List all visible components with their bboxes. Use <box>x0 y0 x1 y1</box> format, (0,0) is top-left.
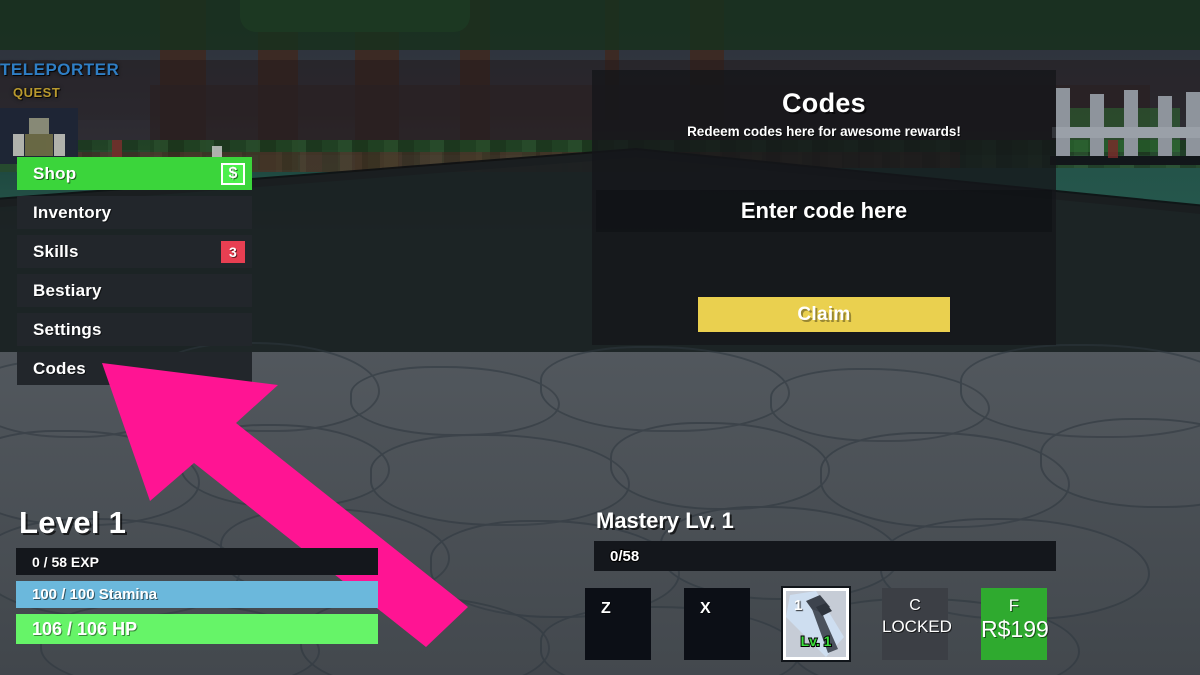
tree-canopy <box>240 0 470 32</box>
exp-bar: 0 / 58 EXP <box>16 548 378 575</box>
code-input[interactable] <box>596 190 1052 232</box>
menu-item-label: Inventory <box>33 202 112 222</box>
npc <box>112 140 122 158</box>
claim-button[interactable]: Claim <box>696 295 952 334</box>
world-label-quest: QUEST <box>13 85 61 100</box>
player-stats-hud: Level 1 0 / 58 EXP 100 / 100 Stamina 106… <box>16 505 380 650</box>
menu-item-label: Codes <box>33 358 86 378</box>
skills-count-badge: 3 <box>221 240 245 263</box>
hotbar-slot-key: Z <box>601 600 611 617</box>
menu-item-label: Settings <box>33 319 102 339</box>
menu-item-settings[interactable]: Settings <box>17 313 252 346</box>
stamina-bar-label: 100 / 100 Stamina <box>32 586 158 603</box>
hotbar: Z X 1 Lv. 1 C LOCKED F R$199 <box>585 586 1065 666</box>
mastery-title: Mastery Lv. 1 <box>596 508 734 533</box>
hotbar-slot-price: R$199 <box>981 616 1049 642</box>
fence-base <box>1050 156 1200 165</box>
hotbar-slot-level: Lv. 1 <box>800 632 833 650</box>
stamina-bar: 100 / 100 Stamina <box>16 581 378 608</box>
menu-item-label: Bestiary <box>33 280 102 300</box>
mastery-hud: Mastery Lv. 1 0/58 <box>594 508 1056 571</box>
menu-item-skills[interactable]: Skills 3 <box>17 235 252 268</box>
menu-item-label: Skills <box>33 241 79 261</box>
menu-item-inventory[interactable]: Inventory <box>17 196 252 229</box>
player-level: Level 1 <box>19 505 127 540</box>
codes-panel-subtitle: Redeem codes here for awesome rewards! <box>687 124 961 139</box>
hotbar-slot-purchase[interactable]: F R$199 <box>981 588 1049 660</box>
codes-panel-title: Codes <box>781 88 867 118</box>
player-avatar <box>0 108 78 164</box>
hotbar-slot-x[interactable]: X <box>684 588 750 660</box>
world-label-teleporter: TELEPORTER <box>0 60 120 79</box>
hotbar-slot-locked[interactable]: C LOCKED <box>882 588 952 660</box>
money-icon: $ <box>221 162 245 185</box>
hotbar-slot-locked-label: LOCKED <box>882 617 952 636</box>
tree-canopy <box>0 0 1200 50</box>
mastery-progress-bar: 0/58 <box>594 541 1056 571</box>
game-screen: TELEPORTER QUEST 1,0 Shop $ Inventory Sk… <box>0 0 1200 675</box>
hotbar-slot-z[interactable]: Z <box>585 588 651 660</box>
menu-item-shop[interactable]: Shop $ <box>17 157 252 190</box>
hotbar-slot-equipped-axe[interactable]: 1 Lv. 1 <box>781 586 851 662</box>
hotbar-slot-key: F <box>1008 596 1020 615</box>
menu-item-bestiary[interactable]: Bestiary <box>17 274 252 307</box>
fence <box>1052 88 1200 160</box>
hotbar-slot-key: 1 <box>794 597 803 614</box>
hp-bar-label: 106 / 106 HP <box>32 618 138 639</box>
hp-bar: 106 / 106 HP <box>16 614 378 644</box>
exp-bar-label: 0 / 58 EXP <box>32 553 99 570</box>
hotbar-slot-key: C <box>909 597 921 614</box>
menu-item-label: Shop <box>33 163 77 183</box>
npc <box>1108 140 1118 158</box>
hotbar-slot-key: X <box>700 600 711 617</box>
codes-panel: Codes Redeem codes here for awesome rewa… <box>592 70 1056 345</box>
mastery-bar-label: 0/58 <box>609 546 640 565</box>
